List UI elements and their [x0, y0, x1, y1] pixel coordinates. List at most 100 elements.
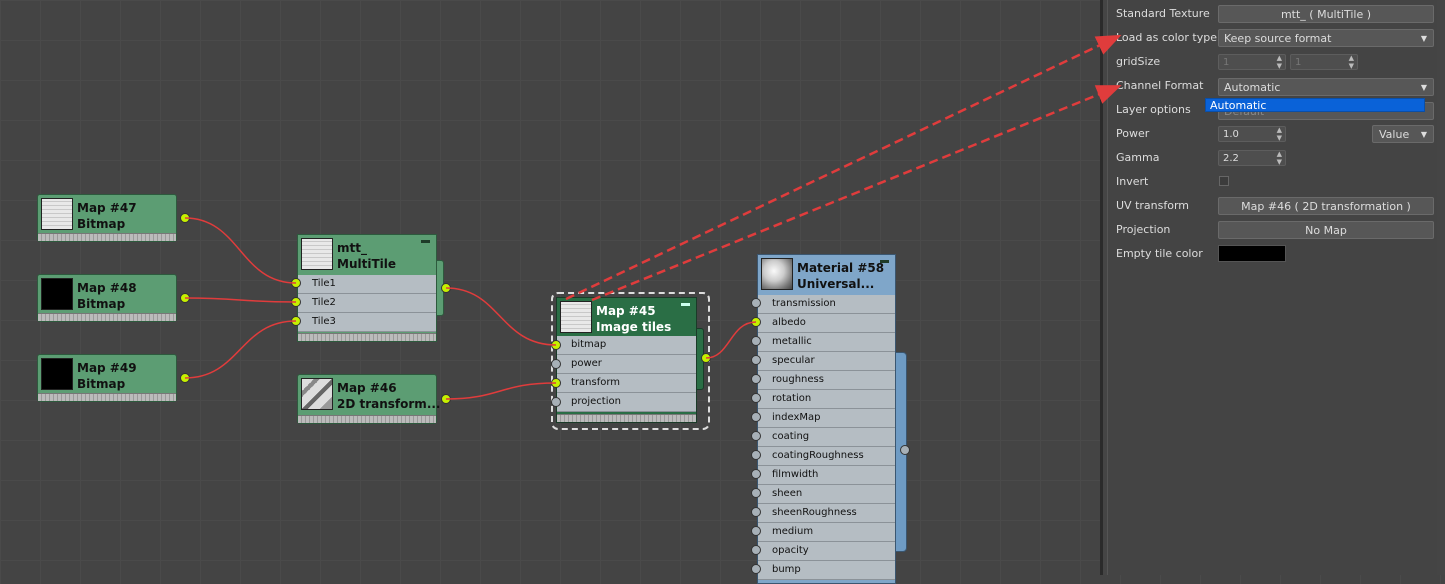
- output-socket-map48[interactable]: [180, 293, 190, 303]
- port-power[interactable]: power: [557, 355, 696, 374]
- properties-panel: Standard Texture mtt_ ( MultiTile ) Load…: [1100, 0, 1445, 575]
- port-tile3[interactable]: Tile3: [298, 313, 436, 332]
- input-socket-coating[interactable]: [751, 431, 761, 441]
- input-socket-transform[interactable]: [551, 378, 561, 388]
- input-socket-medium[interactable]: [751, 526, 761, 536]
- port-projection[interactable]: projection: [557, 393, 696, 412]
- output-socket-map46[interactable]: [441, 394, 451, 404]
- port-filmwidth[interactable]: filmwidth: [758, 466, 895, 485]
- collapse-button[interactable]: [681, 303, 690, 306]
- node-footer: [38, 233, 176, 241]
- row-empty-tile-color: Empty tile color: [1116, 244, 1436, 264]
- load-as-color-type-dropdown[interactable]: Keep source format ▼: [1218, 29, 1434, 47]
- output-socket-material58[interactable]: [900, 445, 910, 455]
- spinner-arrows-icon: ▲ ▼: [1348, 54, 1354, 70]
- material-sphere-thumbnail: [761, 258, 793, 290]
- port-albedo[interactable]: albedo: [758, 314, 895, 333]
- port-tile1[interactable]: Tile1: [298, 275, 436, 294]
- input-socket-sheen[interactable]: [751, 488, 761, 498]
- node-name: Material #58: [797, 261, 885, 275]
- uv-transform-button[interactable]: Map #46 ( 2D transformation ): [1218, 197, 1434, 215]
- input-socket-roughness[interactable]: [751, 374, 761, 384]
- node-type: Image tiles: [596, 320, 672, 334]
- node-map49[interactable]: Map #49 Bitmap: [37, 354, 177, 402]
- channel-format-dropdown-option-automatic[interactable]: Automatic: [1205, 98, 1425, 112]
- input-socket-tile3[interactable]: [291, 316, 301, 326]
- port-bitmap[interactable]: bitmap: [557, 336, 696, 355]
- collapse-button[interactable]: [421, 240, 430, 243]
- node-type: Universal...: [797, 277, 875, 291]
- channel-format-dropdown[interactable]: Automatic ▼: [1218, 78, 1434, 96]
- port-sheen[interactable]: sheen: [758, 485, 895, 504]
- node-map46[interactable]: Map #46 2D transform...: [297, 374, 441, 424]
- input-socket-projection[interactable]: [551, 397, 561, 407]
- input-socket-rotation[interactable]: [751, 393, 761, 403]
- label-layer-options: Layer options: [1116, 103, 1191, 116]
- node-map48[interactable]: Map #48 Bitmap: [37, 274, 177, 322]
- row-gamma: Gamma 2.2 ▲ ▼: [1116, 148, 1436, 168]
- input-socket-coating-roughness[interactable]: [751, 450, 761, 460]
- port-metallic[interactable]: metallic: [758, 333, 895, 352]
- input-socket-bump[interactable]: [751, 564, 761, 574]
- node-type: MultiTile: [337, 257, 396, 271]
- grid-size-x-spinner[interactable]: 1 ▲ ▼: [1218, 54, 1286, 70]
- power-spinner[interactable]: 1.0 ▲ ▼: [1218, 126, 1286, 142]
- port-coating[interactable]: coating: [758, 428, 895, 447]
- port-transform[interactable]: transform: [557, 374, 696, 393]
- port-list: bitmap power transform projection: [557, 336, 696, 412]
- port-transmission[interactable]: transmission: [758, 295, 895, 314]
- input-socket-opacity[interactable]: [751, 545, 761, 555]
- standard-texture-button[interactable]: mtt_ ( MultiTile ): [1218, 5, 1434, 23]
- node-map47[interactable]: Map #47 Bitmap: [37, 194, 177, 242]
- port-medium[interactable]: medium: [758, 523, 895, 542]
- port-indexmap[interactable]: indexMap: [758, 409, 895, 428]
- invert-checkbox[interactable]: [1219, 176, 1229, 186]
- port-rotation[interactable]: rotation: [758, 390, 895, 409]
- output-socket-map45[interactable]: [701, 353, 711, 363]
- bitmap-thumbnail: [41, 278, 73, 310]
- port-sheen-roughness[interactable]: sheenRoughness: [758, 504, 895, 523]
- port-list: transmission albedo metallic specular ro…: [758, 295, 895, 580]
- port-tile2[interactable]: Tile2: [298, 294, 436, 313]
- node-footer: [557, 414, 696, 422]
- spinner-arrows-icon: ▲ ▼: [1276, 150, 1282, 166]
- node-multitile[interactable]: mtt_ MultiTile Tile1 Tile2 Tile3: [297, 234, 437, 342]
- port-specular[interactable]: specular: [758, 352, 895, 371]
- input-socket-tile2[interactable]: [291, 297, 301, 307]
- row-uv-transform: UV transform Map #46 ( 2D transformation…: [1116, 196, 1436, 216]
- output-socket-map49[interactable]: [180, 373, 190, 383]
- node-name: Map #47: [77, 201, 137, 215]
- row-channel-format: Channel Format Automatic ▼: [1116, 76, 1436, 96]
- row-standard-texture: Standard Texture mtt_ ( MultiTile ): [1116, 4, 1436, 24]
- input-socket-specular[interactable]: [751, 355, 761, 365]
- node-footer: [38, 313, 176, 321]
- gamma-spinner[interactable]: 2.2 ▲ ▼: [1218, 150, 1286, 166]
- label-channel-format: Channel Format: [1116, 79, 1204, 92]
- input-socket-bitmap[interactable]: [551, 340, 561, 350]
- input-socket-tile1[interactable]: [291, 278, 301, 288]
- port-bump[interactable]: bump: [758, 561, 895, 580]
- node-editor-canvas[interactable]: Map #47 Bitmap Map #48 Bitmap Map #49 Bitma…: [0, 0, 1100, 584]
- output-socket-multitile[interactable]: [441, 283, 451, 293]
- port-opacity[interactable]: opacity: [758, 542, 895, 561]
- power-mode-dropdown[interactable]: Value ▼: [1372, 125, 1434, 143]
- port-roughness[interactable]: roughness: [758, 371, 895, 390]
- empty-tile-color-swatch[interactable]: [1218, 245, 1286, 262]
- label-load-as-color-type: Load as color type: [1116, 31, 1218, 44]
- node-material58[interactable]: Material #58 Universal... transmission al…: [757, 254, 896, 584]
- projection-button[interactable]: No Map: [1218, 221, 1434, 239]
- chevron-down-icon: ▼: [1420, 83, 1427, 92]
- input-socket-sheen-roughness[interactable]: [751, 507, 761, 517]
- input-socket-indexmap[interactable]: [751, 412, 761, 422]
- input-socket-transmission[interactable]: [751, 298, 761, 308]
- input-socket-metallic[interactable]: [751, 336, 761, 346]
- output-socket-map47[interactable]: [180, 213, 190, 223]
- input-socket-albedo[interactable]: [751, 317, 761, 327]
- port-coating-roughness[interactable]: coatingRoughness: [758, 447, 895, 466]
- collapse-button[interactable]: [880, 260, 889, 263]
- input-socket-filmwidth[interactable]: [751, 469, 761, 479]
- input-socket-power[interactable]: [551, 359, 561, 369]
- grid-size-y-spinner[interactable]: 1 ▲ ▼: [1290, 54, 1358, 70]
- label-gamma: Gamma: [1116, 151, 1160, 164]
- node-map45[interactable]: Map #45 Image tiles bitmap power transfor…: [556, 297, 697, 423]
